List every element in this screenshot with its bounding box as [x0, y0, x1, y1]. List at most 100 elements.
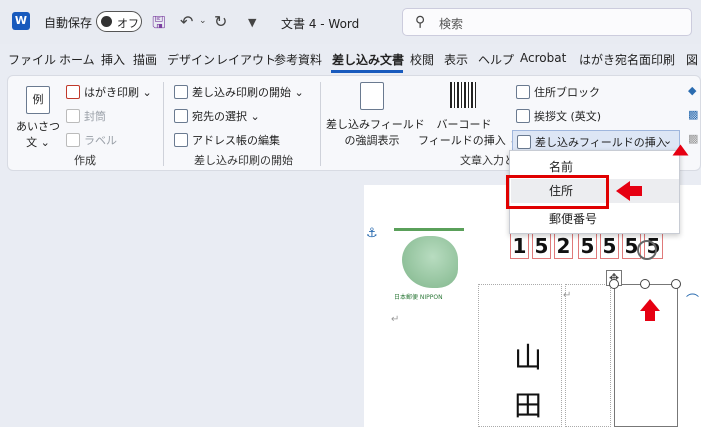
- save-icon[interactable]: 🖫: [152, 12, 166, 39]
- postcard-print-label: はがき印刷 ⌄: [84, 86, 152, 99]
- annotation-arrow-tail: [645, 310, 655, 321]
- address-text-frame[interactable]: [565, 284, 611, 427]
- group-separator: [320, 82, 321, 166]
- address-book-icon: [174, 133, 188, 147]
- layout-options-icon[interactable]: ⌒: [686, 290, 699, 309]
- resize-handle[interactable]: [609, 279, 619, 289]
- label-button[interactable]: ラベル: [66, 132, 117, 148]
- tab-mailings[interactable]: 差し込み文書: [332, 51, 404, 68]
- update-labels-icon[interactable]: ▩: [688, 132, 698, 145]
- start-merge-label: 差し込み印刷の開始 ⌄: [192, 86, 304, 99]
- envelope-icon: [66, 109, 80, 123]
- barcode-line2: フィールドの挿入 ⌄: [418, 134, 519, 147]
- chevron-down-icon[interactable]: ⌄: [663, 134, 672, 147]
- name-char: 田: [514, 389, 543, 422]
- paragraph-mark: ↵: [563, 290, 572, 301]
- name-char: 山: [514, 341, 543, 374]
- word-logo-icon: W: [12, 12, 30, 30]
- paragraph-mark: ↵: [391, 314, 400, 325]
- tab-figure[interactable]: 図: [686, 51, 698, 68]
- envelope-button[interactable]: 封筒: [66, 108, 106, 124]
- edit-address-book-label: アドレス帳の編集: [192, 134, 280, 147]
- undo-icon[interactable]: ↶: [180, 12, 193, 31]
- tab-design[interactable]: デザイン: [167, 51, 215, 68]
- postcard-icon: [66, 85, 80, 99]
- postal-digit: 1: [510, 232, 529, 259]
- insert-field-icon: [517, 135, 531, 149]
- autosave-label: 自動保存: [44, 16, 93, 30]
- postal-digit: 2: [554, 232, 573, 259]
- insert-merge-field-label: 差し込みフィールドの挿入: [535, 136, 667, 149]
- stamp-border: [394, 228, 464, 231]
- menu-item-postal-code[interactable]: 郵便番号: [511, 207, 679, 231]
- highlight-fields-button[interactable]: 差し込みフィールド の強調表示: [326, 116, 425, 148]
- document-title: 文書 4 - Word: [281, 17, 360, 31]
- tab-home[interactable]: ホーム: [59, 51, 95, 68]
- greeting-label-line1: あいさつ: [16, 120, 60, 133]
- barcode-line1: バーコード: [436, 118, 492, 131]
- greeting-example-icon: 例: [26, 86, 50, 114]
- greeting-button[interactable]: あいさつ 文 ⌄: [16, 118, 60, 150]
- postcard-print-button[interactable]: はがき印刷 ⌄: [66, 84, 152, 100]
- start-merge-button[interactable]: 差し込み印刷の開始 ⌄: [174, 84, 304, 100]
- toggle-knob: [101, 16, 112, 27]
- postal-digit: 5: [600, 232, 619, 259]
- greeting-line-label: 挨拶文 (英文): [534, 110, 602, 123]
- envelope-label: 封筒: [84, 110, 106, 123]
- dolphin-image: [402, 236, 458, 288]
- start-merge-icon: [174, 85, 188, 99]
- greeting-line-button[interactable]: 挨拶文 (英文): [516, 108, 601, 124]
- barcode-field-button[interactable]: バーコード フィールドの挿入 ⌄: [418, 116, 519, 148]
- tab-draw[interactable]: 描画: [133, 51, 157, 68]
- autosave-state: オフ: [117, 17, 139, 30]
- tab-view[interactable]: 表示: [444, 51, 468, 68]
- redo-icon[interactable]: ↻: [214, 12, 227, 31]
- highlight-fields-line2: の強調表示: [344, 134, 400, 147]
- tab-help[interactable]: ヘルプ: [478, 51, 514, 68]
- label-label: ラベル: [84, 134, 117, 147]
- resize-handle[interactable]: [671, 279, 681, 289]
- annotation-highlight-box: [506, 175, 609, 209]
- annotation-arrow-left-icon: [616, 181, 630, 201]
- tab-layout[interactable]: レイアウト: [216, 51, 276, 68]
- postal-digit: 5: [578, 232, 597, 259]
- address-block-icon: [516, 85, 530, 99]
- highlight-fields-line1: 差し込みフィールド: [326, 118, 425, 131]
- highlight-fields-icon: [360, 82, 384, 110]
- select-recipients-button[interactable]: 宛先の選択 ⌄: [174, 108, 260, 124]
- barcode-icon: [450, 82, 476, 108]
- group-label-start: 差し込み印刷の開始: [194, 154, 293, 167]
- tab-acrobat[interactable]: Acrobat: [520, 51, 566, 65]
- active-tab-indicator: [331, 70, 403, 73]
- tab-file[interactable]: ファイル: [8, 51, 56, 68]
- tab-postcard-address[interactable]: はがき宛名面印刷: [579, 51, 675, 68]
- resize-handle[interactable]: [640, 279, 650, 289]
- autosave-toggle[interactable]: オフ: [96, 11, 142, 32]
- edit-address-book-button[interactable]: アドレス帳の編集: [174, 132, 280, 148]
- tab-references[interactable]: 参考資料: [274, 51, 322, 68]
- search-box[interactable]: ⚲ 検索: [402, 8, 692, 36]
- ribbon-tabs: ファイル ホーム 挿入 描画 デザイン レイアウト 参考資料 差し込み文書 校閲…: [0, 48, 701, 72]
- anchor-icon: ⚓: [366, 226, 378, 241]
- customize-qat-icon[interactable]: ▼: [248, 16, 256, 29]
- rules-icon[interactable]: ◆: [688, 84, 696, 97]
- greeting-label-line2: 文 ⌄: [26, 136, 50, 149]
- group-label-fields: 文章入力と: [460, 154, 515, 167]
- label-icon: [66, 133, 80, 147]
- recipients-icon: [174, 109, 188, 123]
- postal-digit: 5: [532, 232, 551, 259]
- search-icon: ⚲: [415, 14, 426, 30]
- group-separator: [163, 82, 164, 166]
- tab-insert[interactable]: 挿入: [101, 51, 125, 68]
- search-input[interactable]: 検索: [439, 15, 463, 32]
- match-fields-icon[interactable]: ▩: [688, 108, 698, 121]
- rotate-handle-icon[interactable]: [637, 240, 657, 260]
- insert-merge-field-button[interactable]: 差し込みフィールドの挿入 ⌄: [512, 130, 680, 152]
- postage-stamp: 日本郵便 NIPPON: [394, 228, 464, 306]
- annotation-arrow-up-icon: [672, 144, 689, 156]
- stamp-label: 日本郵便 NIPPON: [394, 294, 443, 301]
- tab-review[interactable]: 校閲: [410, 51, 434, 68]
- select-recipients-label: 宛先の選択 ⌄: [192, 110, 260, 123]
- undo-dropdown-icon[interactable]: ⌄: [199, 16, 207, 26]
- address-block-button[interactable]: 住所ブロック: [516, 84, 600, 100]
